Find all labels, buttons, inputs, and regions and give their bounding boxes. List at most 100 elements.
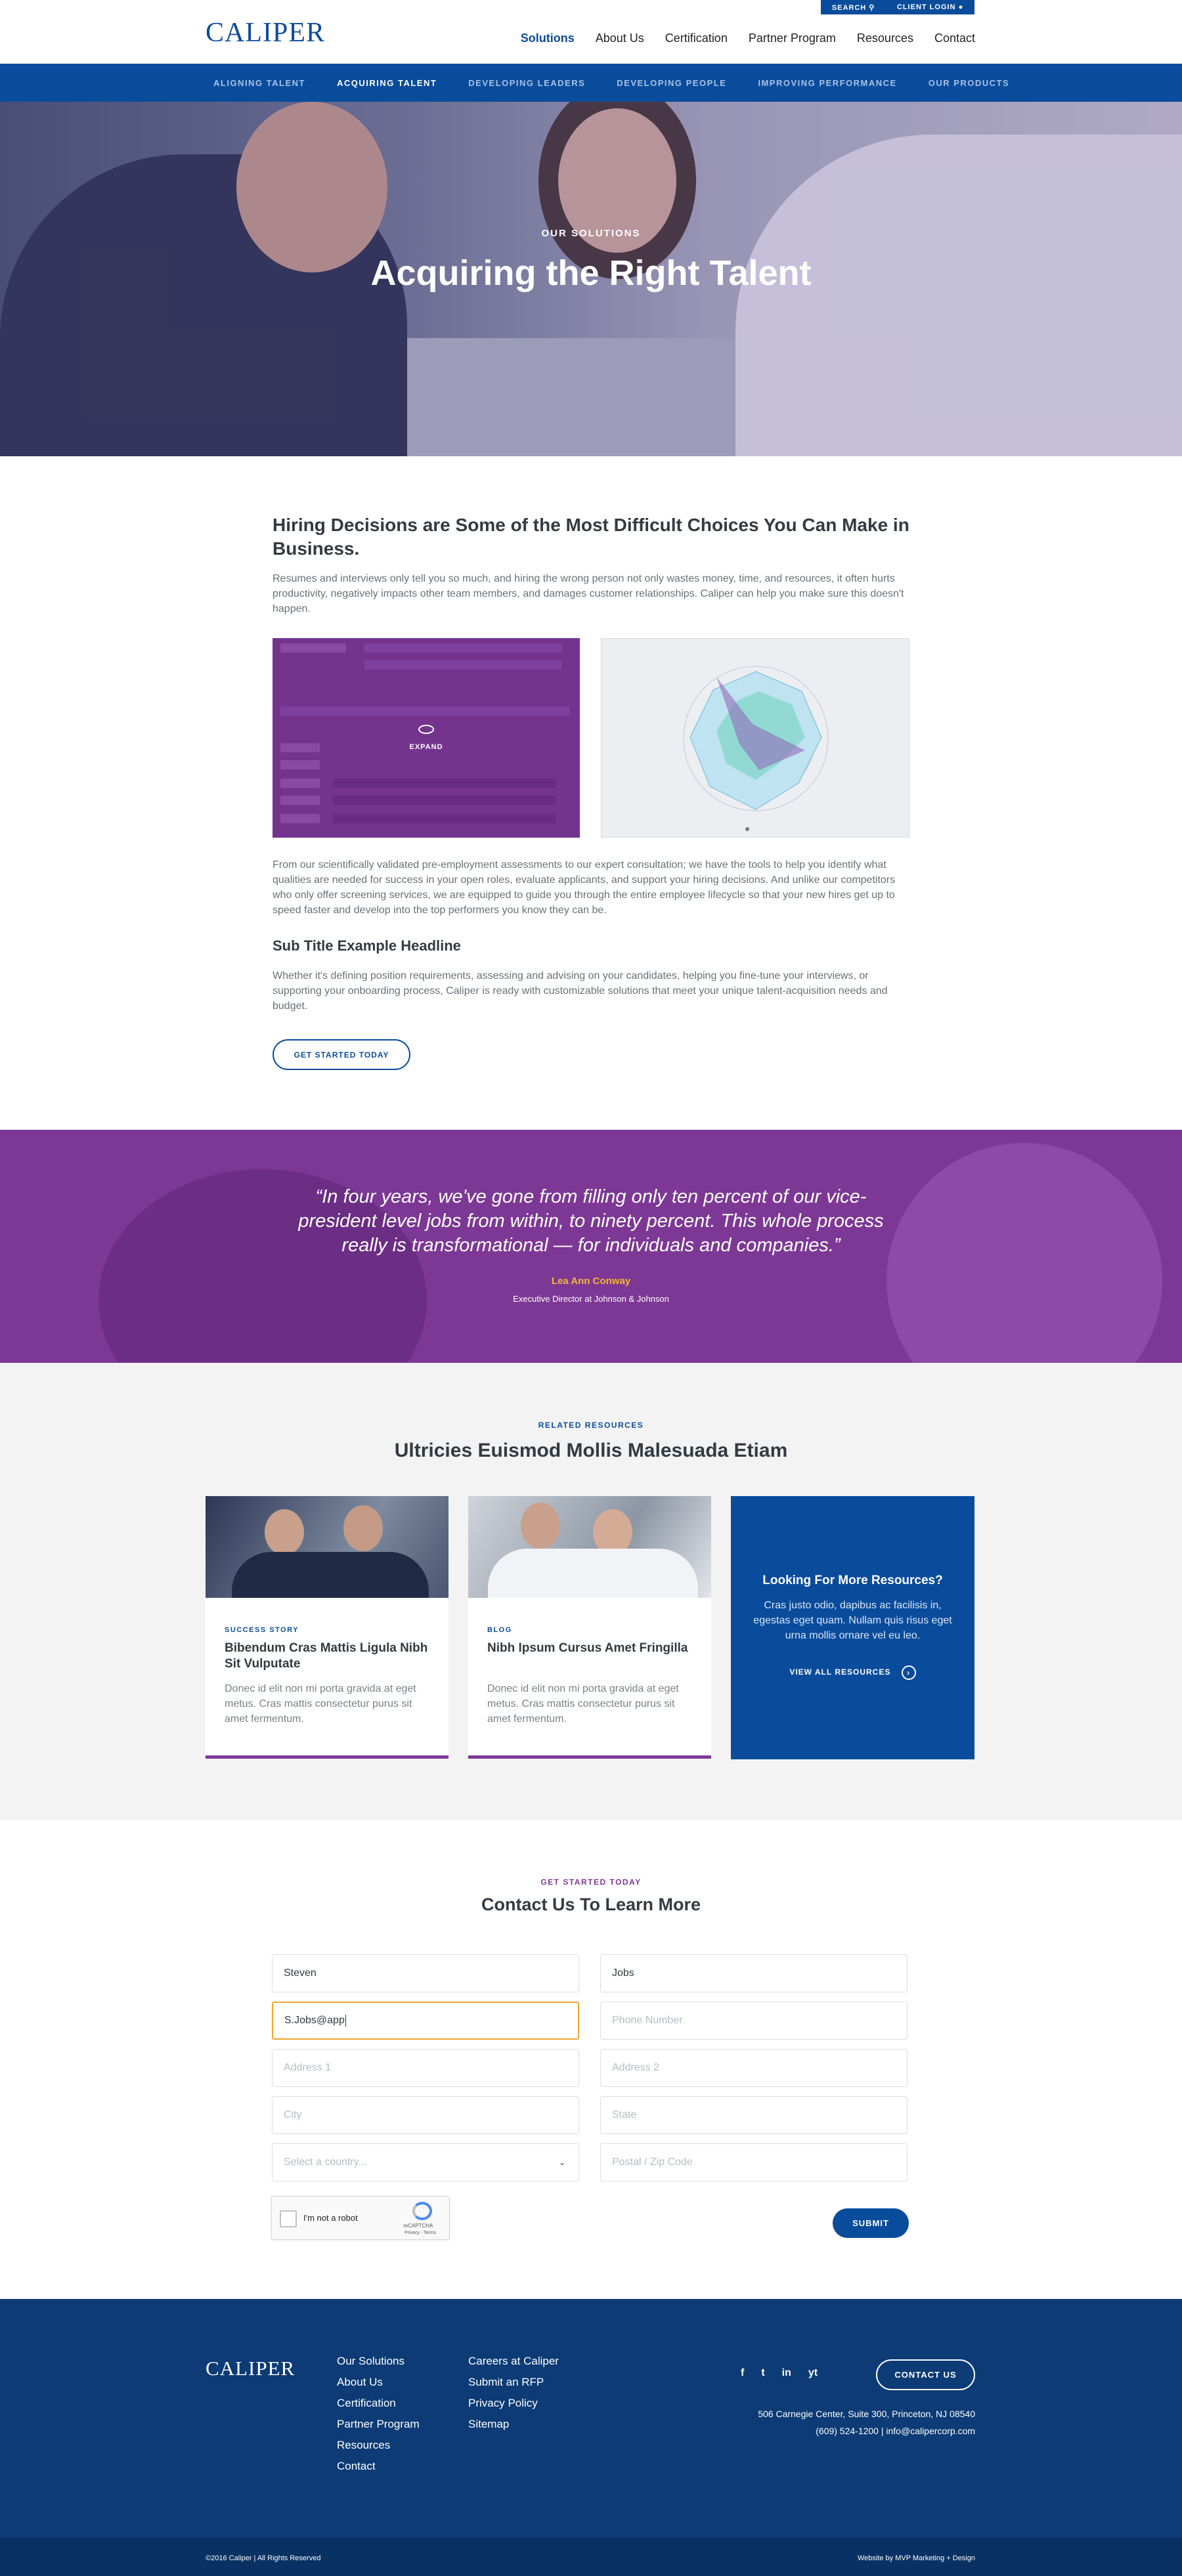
footer-nav-col2: Careers at Caliper Submit an RFP Privacy…	[468, 2355, 559, 2431]
nav-certification[interactable]: Certification	[665, 32, 728, 45]
captcha-label: I'm not a robot	[303, 2213, 358, 2223]
caliper-logo[interactable]: CALIPER	[206, 17, 325, 49]
address1-field[interactable]: Address 1	[272, 2049, 579, 2087]
subnav-improving-performance[interactable]: IMPROVING PERFORMANCE	[758, 78, 896, 88]
contact-title: Contact Us To Learn More	[481, 1895, 701, 1914]
get-started-button[interactable]: GET STARTED TODAY	[273, 1039, 410, 1070]
assessment-screenshot[interactable]: EXPAND	[273, 638, 580, 838]
client-login-link[interactable]: CLIENT LOGIN ●	[897, 3, 963, 11]
resource-card-title[interactable]: Nibh Ipsum Cursus Amet Fringilla	[487, 1641, 691, 1656]
more-resources-text: Cras justo odio, dapibus ac facilisis in…	[753, 1600, 952, 1641]
resource-card-image	[468, 1496, 711, 1598]
email-field[interactable]: S.Jobs@app	[272, 2002, 579, 2040]
social-links: f t in yt	[741, 2367, 818, 2379]
twitter-icon[interactable]: t	[761, 2367, 764, 2379]
radar-chart-graphic	[683, 666, 829, 831]
nav-contact[interactable]: Contact	[934, 32, 975, 45]
nav-resources[interactable]: Resources	[857, 32, 913, 45]
testimonial-name: Lea Ann Conway	[551, 1276, 631, 1287]
expand-label[interactable]: EXPAND	[273, 743, 580, 751]
more-resources-title: Looking For More Resources?	[762, 1574, 943, 1587]
nav-solutions[interactable]: Solutions	[521, 32, 575, 45]
submit-button[interactable]: SUBMIT	[833, 2208, 909, 2238]
more-resources-card: Looking For More Resources? Cras justo o…	[731, 1496, 974, 1759]
footer-link[interactable]: Contact	[337, 2460, 420, 2473]
footer-link[interactable]: Sitemap	[468, 2418, 559, 2431]
nav-about-us[interactable]: About Us	[596, 32, 644, 45]
footer-link[interactable]: Certification	[337, 2397, 420, 2410]
site-footer	[0, 2299, 1182, 2576]
intro-paragraph: Resumes and interviews only tell you so …	[273, 573, 904, 614]
copyright: ©2016 Caliper | All Rights Reserved	[206, 2554, 321, 2562]
footer-logo[interactable]: CALIPER	[206, 2357, 295, 2380]
intro-heading: Hiring Decisions are Some of the Most Di…	[273, 515, 909, 559]
subnav-aligning-talent[interactable]: ALIGNING TALENT	[213, 78, 305, 88]
resource-card-text: Donec id elit non mi porta gravida at eg…	[487, 1683, 679, 1725]
site-header: CALIPER SEARCH ⚲ CLIENT LOGIN ● Solution…	[0, 0, 1182, 64]
footer-street: 506 Carnegie Center, Suite 300, Princeto…	[758, 2409, 975, 2419]
resource-card-tag: SUCCESS STORY	[225, 1626, 299, 1634]
search-icon: ⚲	[869, 3, 875, 12]
sub-title: Sub Title Example Headline	[273, 937, 461, 954]
subnav-our-products[interactable]: OUR PRODUCTS	[929, 78, 1009, 88]
site-credit[interactable]: Website by MVP Marketing + Design	[858, 2554, 975, 2562]
captcha-links[interactable]: Privacy - Terms	[405, 2231, 436, 2235]
nav-partner-program[interactable]: Partner Program	[749, 32, 836, 45]
hero-title: Acquiring the Right Talent	[370, 253, 812, 293]
search-link[interactable]: SEARCH ⚲	[832, 3, 875, 12]
resource-card[interactable]: SUCCESS STORY Bibendum Cras Mattis Ligul…	[206, 1496, 449, 1759]
last-name-field[interactable]: Jobs	[600, 1954, 908, 1992]
zip-field[interactable]: Postal / Zip Code	[600, 2143, 908, 2181]
footer-link[interactable]: Careers at Caliper	[468, 2355, 559, 2368]
user-icon: ●	[958, 3, 964, 11]
phone-field[interactable]: Phone Number	[600, 2002, 908, 2040]
footer-address: 506 Carnegie Center, Suite 300, Princeto…	[758, 2405, 975, 2439]
linkedin-icon[interactable]: in	[782, 2367, 791, 2379]
footer-link[interactable]: Partner Program	[337, 2418, 420, 2431]
resources-kicker: RELATED RESOURCES	[538, 1421, 644, 1430]
contact-kicker: GET STARTED TODAY	[540, 1878, 642, 1887]
intro-paragraph-3: Whether it's defining position requireme…	[273, 970, 888, 1012]
resource-card-image	[206, 1496, 449, 1598]
resource-card[interactable]: BLOG Nibh Ipsum Cursus Amet Fringilla Do…	[468, 1496, 711, 1759]
radar-chart-image	[601, 638, 909, 838]
recaptcha-widget: I'm not a robot reCAPTCHA Privacy - Term…	[271, 2196, 450, 2240]
hero-banner: OUR SOLUTIONS Acquiring the Right Talent	[0, 102, 1182, 456]
resource-card-title[interactable]: Bibendum Cras Mattis Ligula Nibh Sit Vul…	[225, 1641, 428, 1672]
facebook-icon[interactable]: f	[741, 2367, 744, 2379]
resource-card-text: Donec id elit non mi porta gravida at eg…	[225, 1683, 416, 1725]
footer-link[interactable]: Our Solutions	[337, 2355, 420, 2368]
subnav-developing-leaders[interactable]: DEVELOPING LEADERS	[468, 78, 585, 88]
address2-field[interactable]: Address 2	[600, 2049, 908, 2087]
footer-bottom-bar	[0, 2538, 1182, 2576]
footer-link[interactable]: Privacy Policy	[468, 2397, 559, 2410]
hero-kicker: OUR SOLUTIONS	[541, 228, 641, 239]
intro-paragraph-2: From our scientifically validated pre-em…	[273, 859, 896, 916]
footer-nav-col1: Our Solutions About Us Certification Par…	[337, 2355, 420, 2473]
footer-link[interactable]: About Us	[337, 2376, 420, 2389]
testimonial-section: “In four years, we've gone from filling …	[0, 1130, 1182, 1363]
recaptcha-icon	[412, 2202, 432, 2220]
testimonial-role: Executive Director at Johnson & Johnson	[513, 1294, 669, 1304]
footer-link[interactable]: Resources	[337, 2439, 420, 2452]
resources-title: Ultricies Euismod Mollis Malesuada Etiam	[394, 1440, 788, 1461]
testimonial-quote: “In four years, we've gone from filling …	[298, 1186, 884, 1256]
footer-contact-button[interactable]: CONTACT US	[876, 2359, 975, 2390]
captcha-checkbox[interactable]	[280, 2210, 297, 2227]
captcha-brand: reCAPTCHA	[403, 2223, 433, 2229]
testimonial-bg-shape	[886, 1143, 1162, 1363]
arrow-circle-icon: ›	[901, 1665, 916, 1680]
view-all-resources-link[interactable]: VIEW ALL RESOURCES ›	[731, 1665, 974, 1680]
subnav-acquiring-talent[interactable]: ACQUIRING TALENT	[337, 78, 437, 88]
footer-phone-email[interactable]: (609) 524-1200 | info@calipercorp.com	[758, 2422, 975, 2439]
resource-card-tag: BLOG	[487, 1626, 512, 1634]
state-field[interactable]: State	[600, 2096, 908, 2134]
youtube-icon[interactable]: yt	[808, 2367, 818, 2379]
footer-link[interactable]: Submit an RFP	[468, 2376, 559, 2389]
chevron-down-icon: ⌄	[558, 2158, 565, 2167]
subnav-developing-people[interactable]: DEVELOPING PEOPLE	[617, 78, 726, 88]
first-name-field[interactable]: Steven	[272, 1954, 579, 1992]
solutions-subnav: ALIGNING TALENT ACQUIRING TALENT DEVELOP…	[0, 64, 1182, 102]
country-select[interactable]: Select a country... ⌄	[272, 2143, 579, 2181]
city-field[interactable]: City	[272, 2096, 579, 2134]
